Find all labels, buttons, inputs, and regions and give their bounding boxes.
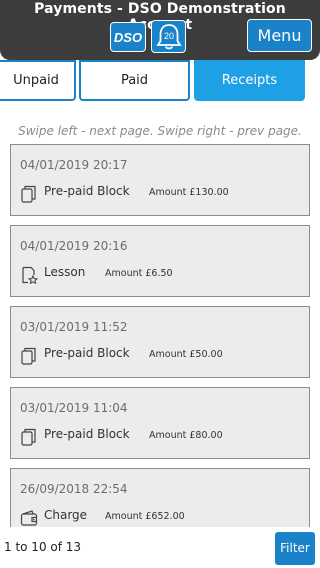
receipt-amount: Amount £652.00	[105, 511, 185, 522]
lesson-icon	[22, 266, 38, 284]
receipt-card[interactable]: 04/01/2019 20:17 Pre-paid Block Amount £…	[10, 144, 310, 216]
pagination-count: 1 to 10 of 13	[4, 540, 82, 554]
amount-value: £50.00	[189, 349, 223, 360]
dso-logo-button[interactable]: DSO	[110, 22, 146, 52]
amount-label: Amount	[105, 268, 143, 279]
amount-label: Amount	[149, 430, 187, 441]
notifications-button[interactable]: 20	[151, 20, 186, 53]
block-icon	[21, 347, 36, 365]
receipt-card[interactable]: 04/01/2019 20:16 Lesson Amount £6.50	[10, 225, 310, 297]
menu-button[interactable]: Menu	[247, 19, 312, 52]
receipt-amount: Amount £6.50	[105, 268, 173, 279]
amount-value: £130.00	[189, 187, 229, 198]
tab-bar: Unpaid Paid Receipts	[0, 60, 320, 102]
block-icon	[21, 428, 36, 446]
block-icon	[21, 185, 36, 203]
amount-value: £80.00	[189, 430, 223, 441]
swipe-hint: Swipe left - next page. Swipe right - pr…	[18, 124, 302, 138]
receipt-date: 26/09/2018 22:54	[20, 482, 128, 496]
amount-label: Amount	[149, 187, 187, 198]
receipt-type: Pre-paid Block	[44, 346, 130, 360]
receipt-card[interactable]: 26/09/2018 22:54 Charge Amount £652.00	[10, 468, 310, 527]
receipt-type: Charge	[44, 508, 88, 522]
tab-unpaid[interactable]: Unpaid	[0, 60, 76, 101]
receipt-card[interactable]: 03/01/2019 11:04 Pre-paid Block Amount £…	[10, 387, 310, 459]
bell-icon: 20	[155, 23, 182, 49]
receipt-type: Pre-paid Block	[44, 427, 130, 441]
receipt-date: 03/01/2019 11:52	[20, 320, 128, 334]
app-header: Payments - DSO Demonstration Account DSO…	[0, 0, 320, 60]
receipt-card[interactable]: 03/01/2019 11:52 Pre-paid Block Amount £…	[10, 306, 310, 378]
receipt-type: Pre-paid Block	[44, 184, 130, 198]
amount-value: £6.50	[145, 268, 173, 279]
tab-paid[interactable]: Paid	[79, 60, 190, 101]
receipt-amount: Amount £50.00	[149, 349, 223, 360]
tab-receipts[interactable]: Receipts	[194, 60, 305, 101]
receipt-amount: Amount £130.00	[149, 187, 229, 198]
receipt-amount: Amount £80.00	[149, 430, 223, 441]
receipt-type: Lesson	[44, 265, 86, 279]
amount-label: Amount	[105, 511, 143, 522]
receipt-date: 03/01/2019 11:04	[20, 401, 128, 415]
notification-count: 20	[163, 31, 173, 41]
receipt-date: 04/01/2019 20:16	[20, 239, 128, 253]
filter-button[interactable]: Filter	[275, 532, 315, 565]
dso-logo-icon: DSO	[114, 30, 142, 45]
wallet-icon	[20, 510, 38, 526]
receipt-date: 04/01/2019 20:17	[20, 158, 128, 172]
dso-logo-text: DSO	[114, 30, 142, 45]
amount-label: Amount	[149, 349, 187, 360]
amount-value: £652.00	[145, 511, 185, 522]
receipts-list[interactable]: 04/01/2019 20:17 Pre-paid Block Amount £…	[0, 143, 320, 527]
